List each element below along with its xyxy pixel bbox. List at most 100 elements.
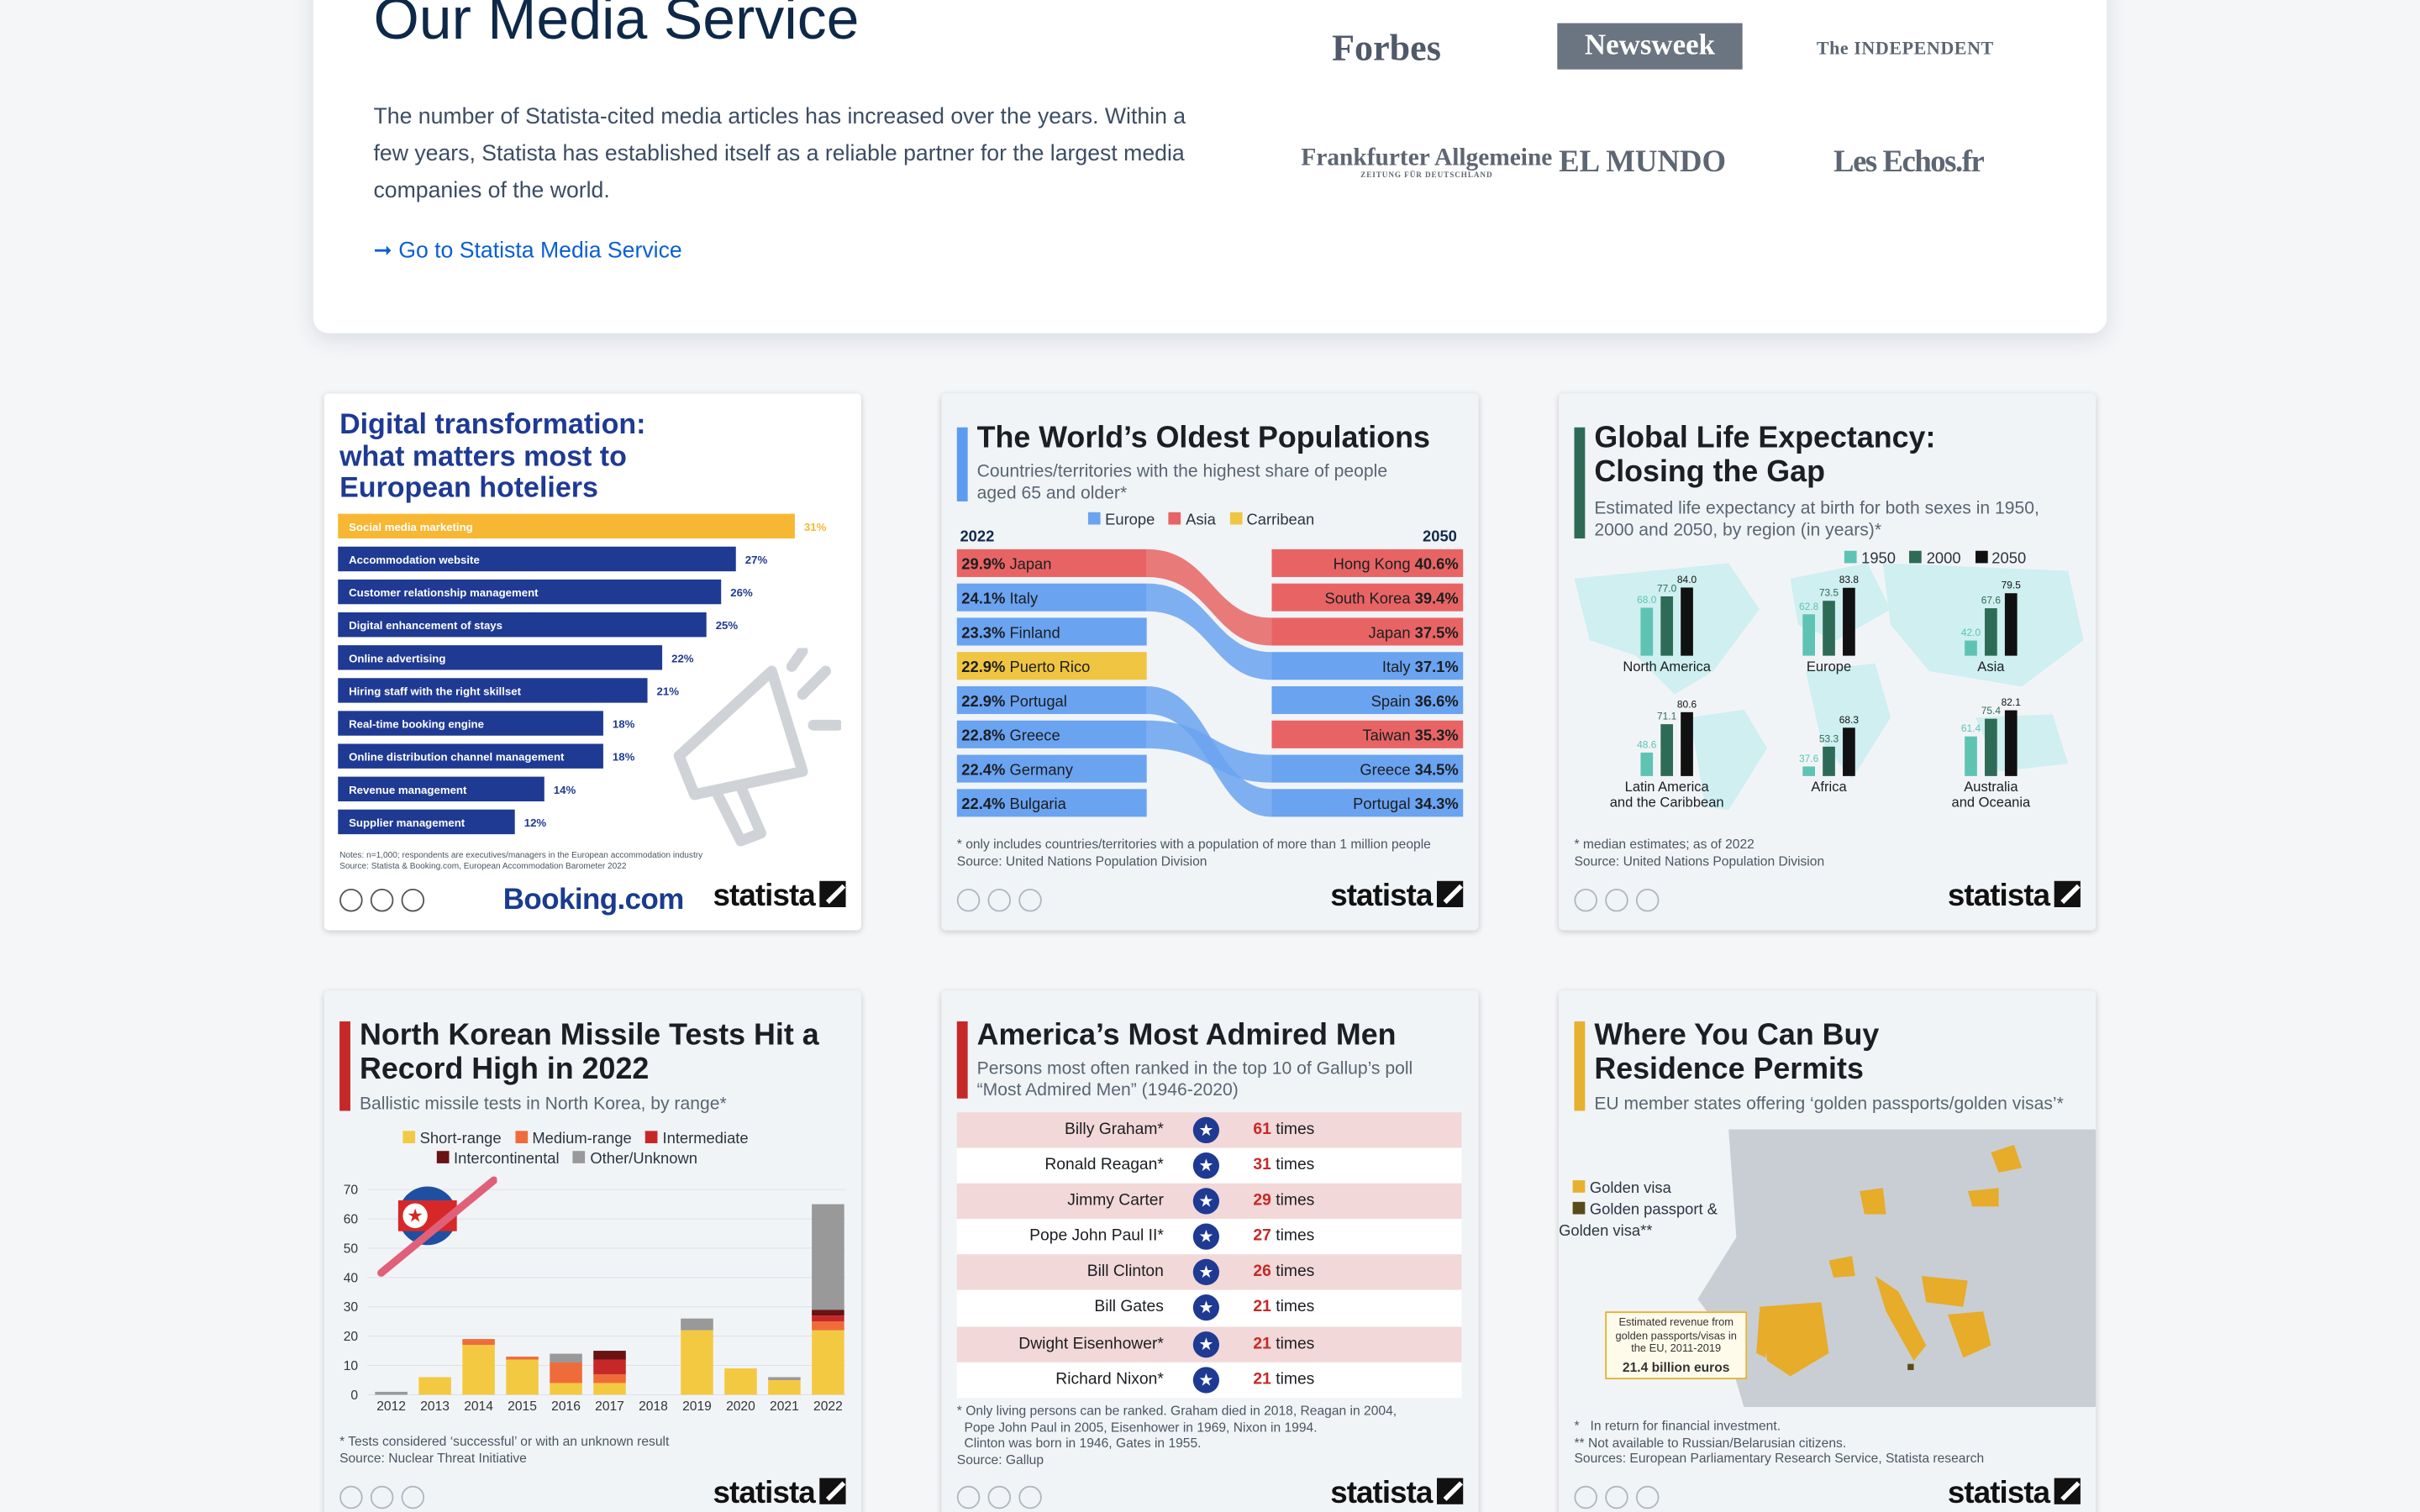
stack-segment	[593, 1359, 626, 1374]
y-tick: 0	[350, 1389, 358, 1403]
stack-segment	[418, 1377, 451, 1395]
legend-swatch	[402, 1131, 416, 1144]
year-2022-label: 2022	[960, 529, 995, 547]
accent-bar	[956, 427, 968, 501]
bar-value: 75.4	[1981, 705, 2002, 717]
el-mundo-logo: EL MUNDO	[1559, 144, 1727, 180]
by-icon	[1605, 888, 1628, 912]
bar-label: Revenue management	[349, 784, 467, 796]
infographic-card-admired-men[interactable]: America’s Most Admired Men Persons most …	[941, 990, 1479, 1512]
license-icons	[339, 888, 425, 912]
y-tick: 10	[344, 1359, 359, 1373]
legend-swatch	[1572, 1180, 1586, 1193]
bar-value: 71.1	[1657, 711, 1677, 722]
legend-swatch	[515, 1131, 528, 1144]
stack-segment	[550, 1353, 582, 1363]
infographic-card-residence-permits[interactable]: Where You Can Buy Residence Permits EU m…	[1559, 990, 2096, 1512]
stack-segment	[681, 1330, 713, 1395]
times-value: 21 times	[1253, 1369, 1315, 1389]
star-icon: ★	[1192, 1224, 1220, 1251]
region-bar	[1985, 608, 1997, 656]
region-label: North America	[1623, 659, 1711, 675]
right-label: Spain 36.6%	[1371, 692, 1459, 710]
cc-icon	[339, 1485, 363, 1509]
stack-segment	[768, 1377, 801, 1380]
stack-segment	[812, 1204, 844, 1310]
stack-segment	[593, 1351, 626, 1360]
stack-segment	[506, 1357, 539, 1360]
statista-logo: statista	[1330, 1477, 1464, 1512]
right-label: Taiwan 35.3%	[1362, 727, 1458, 744]
source-note: * In return for financial investment. **…	[1574, 1417, 1985, 1466]
bar-value: 84.0	[1677, 574, 1697, 585]
stack-segment	[724, 1368, 757, 1395]
region-label: Australia	[1964, 779, 2018, 795]
x-tick: 2014	[464, 1399, 493, 1414]
region-label: Latin America	[1625, 779, 1710, 795]
bar-label: Online advertising	[349, 652, 445, 664]
x-tick: 2022	[813, 1399, 843, 1414]
region-bar	[1660, 596, 1674, 656]
legend-swatch	[573, 1151, 586, 1163]
bar-value: 27%	[745, 554, 768, 566]
flow-band	[1146, 720, 1272, 783]
region-label: Africa	[1811, 779, 1847, 795]
legend-swatch	[1975, 550, 1987, 564]
infographic-card-hoteliers[interactable]: Digital transformation: what matters mos…	[324, 393, 861, 931]
x-tick: 2013	[420, 1399, 450, 1414]
statista-logo: statista	[713, 879, 846, 915]
nd-icon	[401, 888, 425, 912]
source-note: Notes: n=1,000; respondents are executiv…	[339, 851, 703, 872]
bar-label: Digital enhancement of stays	[349, 619, 502, 632]
admired-men-table: Billy Graham* ★ 61 times Ronald Reagan* ★ 31 …	[956, 1112, 1462, 1398]
star-icon: ★	[1192, 1188, 1220, 1215]
bar-label: Online distribution channel management	[349, 751, 565, 764]
north-korea-flag-missile-icon: ★	[377, 1176, 497, 1277]
stack-segment	[462, 1339, 495, 1346]
stack-segment	[593, 1373, 626, 1383]
infographic-card-oldest-populations[interactable]: The World’s Oldest Populations Countries…	[941, 393, 1479, 931]
region-bar	[1823, 746, 1835, 776]
left-label: 22.8% Greece	[961, 727, 1060, 744]
times-value: 27 times	[1253, 1226, 1315, 1246]
cc-icon	[956, 1485, 981, 1509]
source-note: * Tests considered ‘successful’ or with …	[339, 1433, 670, 1465]
by-icon	[370, 1485, 394, 1509]
person-name: Billy Graham*	[1065, 1120, 1164, 1139]
card-title: Where You Can Buy Residence Permits	[1594, 1018, 1880, 1087]
year-2050-label: 2050	[1423, 529, 1457, 547]
y-tick: 20	[344, 1330, 359, 1344]
infographic-card-north-korea-missiles[interactable]: North Korean Missile Tests Hit a Record …	[324, 990, 861, 1512]
table-row: Jimmy Carter ★ 29 times	[956, 1184, 1462, 1220]
bar-label: Real-time booking engine	[349, 718, 484, 731]
table-row: Bill Gates ★ 21 times	[956, 1290, 1462, 1326]
x-tick: 2016	[551, 1399, 581, 1414]
statista-logo: statista	[1948, 1477, 2081, 1512]
card-subtitle: EU member states offering ‘golden passpo…	[1594, 1095, 2064, 1115]
forbes-logo: Forbes	[1332, 29, 1441, 70]
card-title: North Korean Missile Tests Hit a Record …	[359, 1018, 819, 1087]
bar-value: 68.0	[1637, 594, 1657, 606]
revenue-callout: Estimated revenue from golden passports/…	[1605, 1311, 1748, 1380]
bar-value: 62.8	[1799, 601, 1819, 612]
right-label: Italy 37.1%	[1382, 658, 1459, 675]
by-icon	[1605, 1485, 1628, 1509]
card-subtitle: Estimated life expectancy at birth for b…	[1594, 500, 2039, 539]
les-echos-logo: Les Echos.fr	[1833, 144, 1985, 180]
license-icons	[1574, 888, 1660, 912]
megaphone-icon	[673, 648, 842, 847]
booking-logo: Booking.com	[502, 884, 685, 917]
region-bar	[1843, 587, 1855, 656]
license-icons	[339, 1485, 425, 1509]
infographic-card-life-expectancy[interactable]: Global Life Expectancy: Closing the Gap …	[1559, 393, 2096, 931]
stack-segment	[593, 1383, 626, 1395]
bar-value: 53.3	[1819, 732, 1839, 744]
x-tick: 2021	[770, 1399, 799, 1414]
bar-label: Customer relationship management	[349, 586, 539, 599]
bar-value: 82.1	[2002, 696, 2022, 708]
media-service-link[interactable]: ➞ Go to Statista Media Service	[373, 239, 681, 264]
region-legend: Europe Asia Carribean	[1074, 512, 1314, 529]
nd-icon	[401, 1485, 425, 1509]
newsweek-logo: Newsweek	[1557, 23, 1743, 70]
oldest-populations-slope-chart: 29.9% Japan 24.1% Italy 23.3% Finland 22.9%…	[956, 549, 1464, 817]
